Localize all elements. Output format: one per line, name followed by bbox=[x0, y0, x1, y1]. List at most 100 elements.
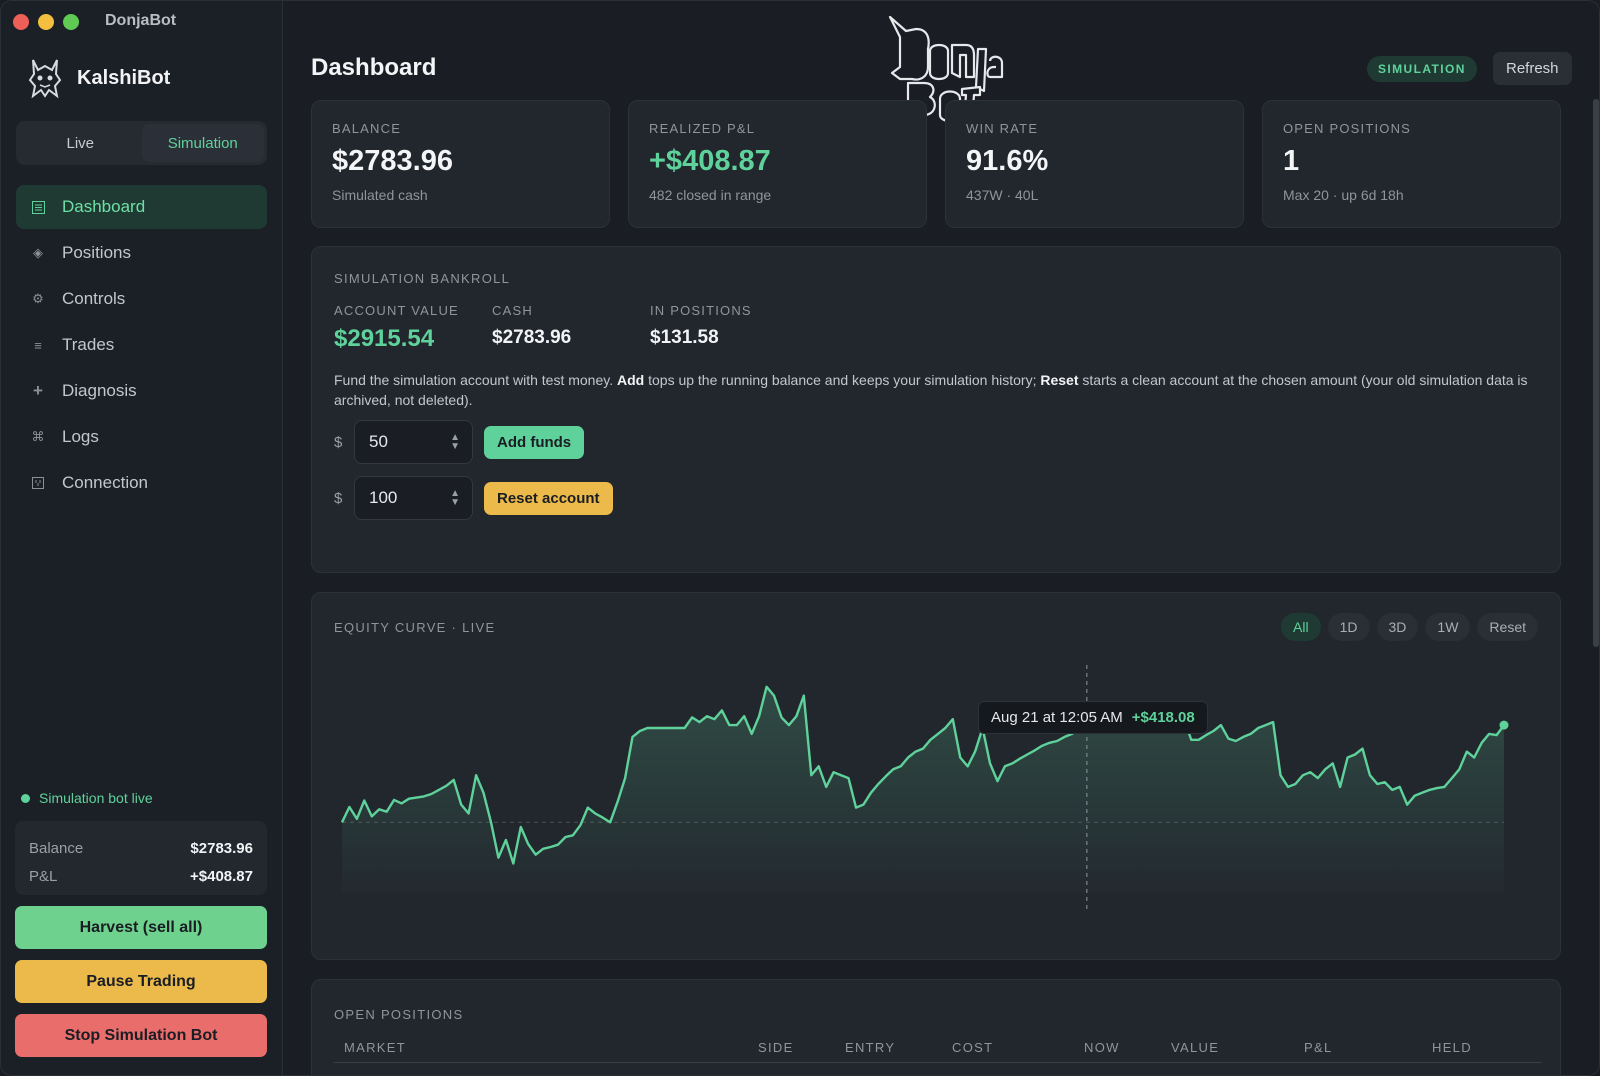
sidebar-item-trades[interactable]: ≡ Trades bbox=[16, 323, 267, 367]
brand-name: KalshiBot bbox=[77, 66, 171, 89]
open-positions-title: OPEN POSITIONS bbox=[334, 1007, 464, 1022]
sidebar-item-diagnosis[interactable]: + Diagnosis bbox=[16, 369, 267, 413]
minimize-window-button[interactable] bbox=[38, 14, 54, 30]
column-header-cost[interactable]: COST bbox=[952, 1040, 993, 1055]
account-value: $2915.54 bbox=[334, 325, 435, 352]
bot-status: Simulation bot live bbox=[21, 790, 153, 806]
add-funds-button[interactable]: Add funds bbox=[484, 425, 585, 459]
stat-card-realized-pnl: REALIZED P&L +$408.87 482 closed in rang… bbox=[628, 100, 927, 228]
sidebar-item-label: Controls bbox=[62, 289, 126, 308]
column-header-side[interactable]: SIDE bbox=[758, 1040, 794, 1055]
bot-status-text: Simulation bot live bbox=[39, 790, 153, 806]
range-reset-button[interactable]: Reset bbox=[1477, 613, 1538, 641]
harvest-button[interactable]: Harvest (sell all) bbox=[15, 906, 267, 949]
sidebar-item-connection[interactable]: Connection bbox=[16, 461, 267, 505]
tooltip-date: Aug 21 at 12:05 AM bbox=[991, 709, 1123, 726]
diamond-icon: ◈ bbox=[33, 245, 43, 260]
scrollbar[interactable] bbox=[1593, 99, 1599, 647]
column-header-market[interactable]: MARKET bbox=[344, 1040, 406, 1055]
mode-live-button[interactable]: Live bbox=[19, 124, 142, 162]
summary-pnl-value: +$408.87 bbox=[190, 867, 253, 885]
currency-symbol: $ bbox=[334, 433, 343, 451]
brand: KalshiBot bbox=[27, 56, 170, 100]
stat-card-open-positions: OPEN POSITIONS 1 Max 20 · up 6d 18h bbox=[1262, 100, 1561, 228]
add-amount-stepper[interactable]: 50 ▲ ▼ bbox=[354, 420, 473, 464]
stop-bot-button[interactable]: Stop Simulation Bot bbox=[15, 1014, 267, 1057]
desc-add-keyword: Add bbox=[617, 372, 645, 388]
list-icon: ≡ bbox=[34, 337, 42, 353]
simulation-badge: SIMULATION bbox=[1367, 56, 1477, 82]
status-dot-icon bbox=[21, 793, 30, 803]
currency-symbol: $ bbox=[334, 489, 343, 507]
reset-account-button[interactable]: Reset account bbox=[484, 481, 613, 515]
add-funds-row: $ 50 ▲ ▼ Add funds bbox=[334, 420, 585, 464]
tooltip-value: +$418.08 bbox=[1131, 709, 1195, 726]
stat-value: +$408.87 bbox=[649, 145, 771, 177]
sidebar-item-label: Connection bbox=[62, 473, 149, 492]
column-header-now[interactable]: NOW bbox=[1084, 1040, 1120, 1055]
sidebar-item-label: Trades bbox=[62, 335, 115, 354]
sidebar-summary-card: Balance $2783.96 P&L +$408.87 bbox=[15, 821, 267, 895]
sidebar-item-logs[interactable]: ⌘ Logs bbox=[16, 415, 267, 459]
range-1d-button[interactable]: 1D bbox=[1327, 613, 1370, 641]
stat-card-balance: BALANCE $2783.96 Simulated cash bbox=[311, 100, 610, 228]
reset-account-row: $ 100 ▲ ▼ Reset account bbox=[334, 476, 613, 520]
sidebar-item-label: Dashboard bbox=[62, 197, 146, 216]
range-1w-button[interactable]: 1W bbox=[1425, 613, 1471, 641]
sidebar-item-positions[interactable]: ◈ Positions bbox=[16, 231, 267, 275]
equity-chart[interactable] bbox=[312, 593, 1562, 961]
summary-balance-label: Balance bbox=[29, 839, 84, 857]
page-title: Dashboard bbox=[311, 54, 437, 81]
stat-subtext: Simulated cash bbox=[332, 187, 428, 203]
stat-subtext: Max 20 · up 6d 18h bbox=[1283, 187, 1404, 203]
close-window-button[interactable] bbox=[13, 14, 29, 30]
column-header-held[interactable]: HELD bbox=[1432, 1040, 1472, 1055]
latest-point bbox=[1499, 720, 1509, 730]
add-amount-value[interactable]: 50 bbox=[369, 432, 388, 452]
stat-card-win-rate: WIN RATE 91.6% 437W · 40L bbox=[945, 100, 1244, 228]
desc-part: tops up the running balance and keeps yo… bbox=[644, 372, 1041, 388]
reset-amount-stepper[interactable]: 100 ▲ ▼ bbox=[354, 476, 473, 520]
range-3d-button[interactable]: 3D bbox=[1376, 613, 1419, 641]
pause-trading-button[interactable]: Pause Trading bbox=[15, 960, 267, 1003]
reset-amount-value[interactable]: 100 bbox=[369, 488, 397, 508]
sidebar-item-controls[interactable]: ⚙ Controls bbox=[16, 277, 267, 321]
sidebar-item-dashboard[interactable]: Dashboard bbox=[16, 185, 267, 229]
cash-value: $2783.96 bbox=[492, 327, 572, 348]
summary-pnl-row: P&L +$408.87 bbox=[29, 862, 253, 890]
bankroll-title: SIMULATION BANKROLL bbox=[334, 271, 511, 286]
sidebar-item-label: Logs bbox=[62, 427, 99, 446]
stat-value: 91.6% bbox=[966, 145, 1049, 177]
stat-label: REALIZED P&L bbox=[649, 121, 756, 136]
refresh-button[interactable]: Refresh bbox=[1493, 52, 1572, 85]
range-all-button[interactable]: All bbox=[1281, 613, 1321, 641]
simulation-bankroll-card: SIMULATION BANKROLL ACCOUNT VALUE $2915.… bbox=[311, 246, 1561, 573]
column-header-pnl[interactable]: P&L bbox=[1304, 1040, 1332, 1055]
open-positions-card: OPEN POSITIONS MARKET SIDE ENTRY COST NO… bbox=[311, 979, 1561, 1075]
in-positions-label: IN POSITIONS bbox=[650, 303, 752, 318]
stepper-arrows-icon[interactable]: ▲ ▼ bbox=[450, 433, 460, 452]
window-controls bbox=[13, 14, 79, 30]
mode-simulation-button[interactable]: Simulation bbox=[141, 124, 264, 162]
summary-balance-value: $2783.96 bbox=[190, 839, 253, 857]
dashboard-icon bbox=[30, 199, 46, 215]
equity-title: EQUITY CURVE · LIVE bbox=[334, 620, 496, 635]
equity-area bbox=[342, 686, 1504, 893]
column-header-value[interactable]: VALUE bbox=[1171, 1040, 1219, 1055]
stepper-arrows-icon[interactable]: ▲ ▼ bbox=[450, 489, 460, 508]
in-positions-stat: IN POSITIONS $131.58 bbox=[650, 303, 752, 349]
zoom-window-button[interactable] bbox=[63, 14, 79, 30]
column-header-entry[interactable]: ENTRY bbox=[845, 1040, 895, 1055]
sidebar-item-label: Diagnosis bbox=[62, 381, 137, 400]
sidebar: DonjaBot KalshiBot Live Simulation Dashb… bbox=[1, 1, 283, 1075]
stat-label: WIN RATE bbox=[966, 121, 1039, 136]
account-value-label: ACCOUNT VALUE bbox=[334, 303, 459, 318]
plug-icon bbox=[30, 475, 46, 491]
sidebar-nav: Dashboard ◈ Positions ⚙ Controls ≡ Trade… bbox=[16, 185, 267, 507]
stat-value: 1 bbox=[1283, 145, 1300, 177]
cash-label: CASH bbox=[492, 303, 533, 318]
bot-mascot-icon bbox=[28, 59, 62, 99]
stat-label: OPEN POSITIONS bbox=[1283, 121, 1412, 136]
stat-value: $2783.96 bbox=[332, 145, 453, 177]
main-content: Dashboard SIMULATION Refresh BALANCE $27… bbox=[284, 1, 1599, 1075]
